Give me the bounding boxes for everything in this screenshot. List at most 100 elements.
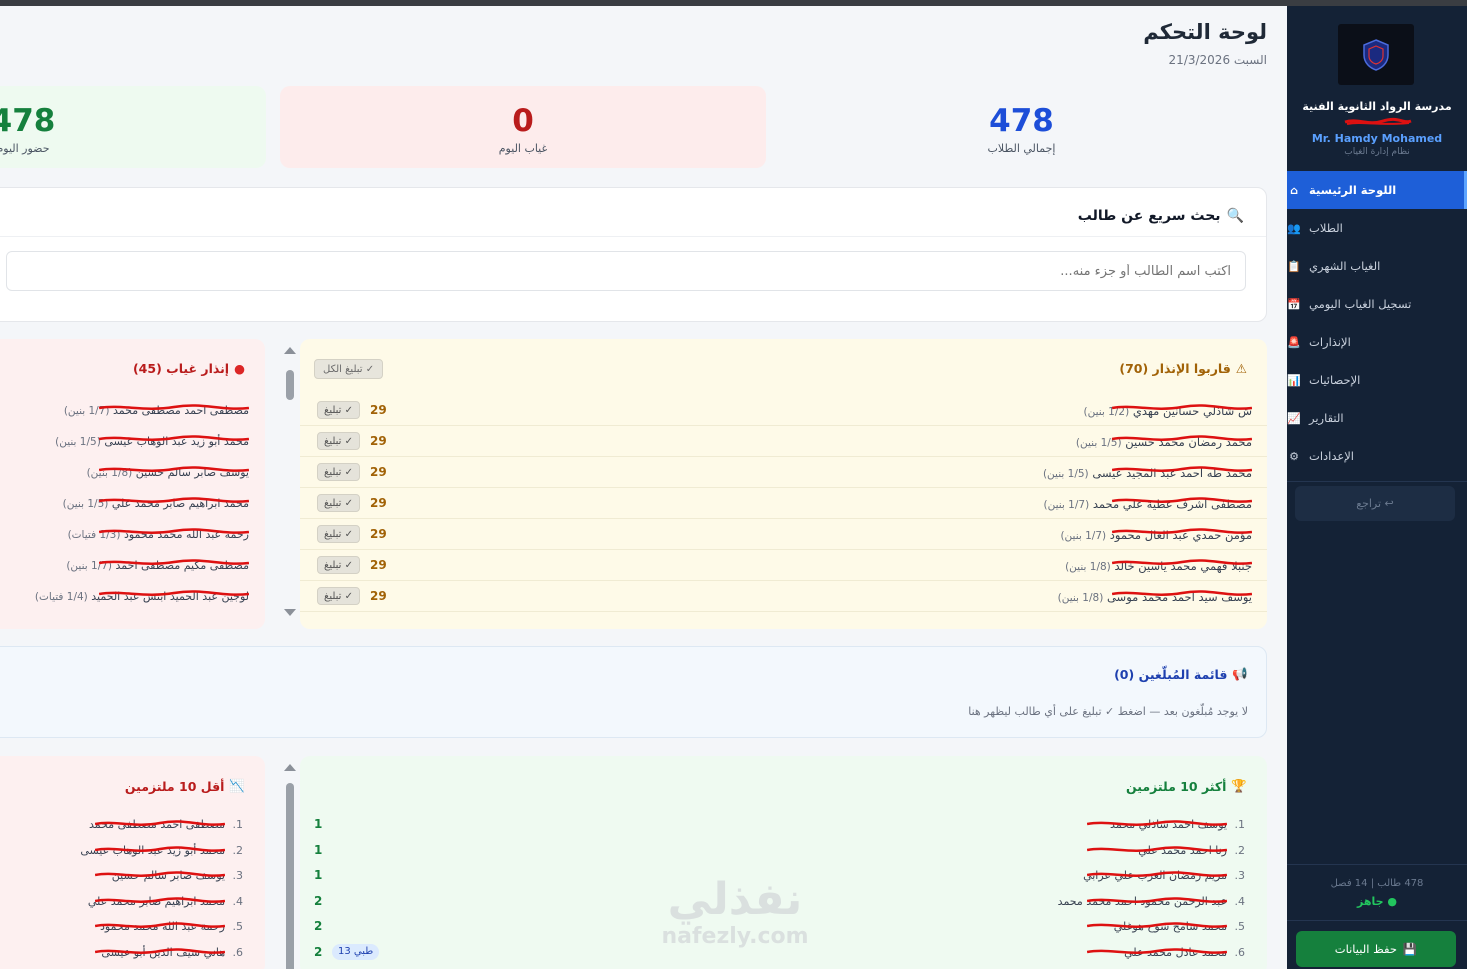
sidebar-nav: ⌂ اللوحة الرئيسية 👥 الطلاب 📋 الغياب الشه… bbox=[1287, 171, 1467, 490]
absence-count: 29 bbox=[370, 434, 387, 448]
stat-label: حضور اليوم bbox=[0, 142, 50, 155]
alarm-icon: 🚨 bbox=[1287, 335, 1301, 349]
stat-card-absent: 0 غياب اليوم bbox=[280, 86, 766, 168]
absence-count: 2 bbox=[314, 944, 323, 959]
redaction-scribble bbox=[99, 466, 249, 472]
rank-number: .6 bbox=[232, 945, 244, 959]
sidebar-item-students[interactable]: 👥 الطلاب bbox=[1287, 209, 1467, 247]
redaction-scribble bbox=[1087, 871, 1227, 877]
page-date: السبت 21/3/2026 bbox=[1168, 53, 1267, 67]
notify-button[interactable]: ✓ تبليغ bbox=[317, 556, 361, 574]
redaction-scribble bbox=[1112, 528, 1252, 534]
student-class: (1/8 بنين) bbox=[1065, 561, 1111, 573]
watermark-arabic: نفذلي bbox=[667, 874, 803, 925]
redaction-scribble bbox=[95, 922, 225, 928]
student-class: (1/7 بنين) bbox=[1043, 499, 1090, 511]
redaction-scribble bbox=[1112, 590, 1252, 596]
notify-button[interactable]: ✓ تبليغ bbox=[317, 401, 361, 419]
chart-down-icon: 📉 bbox=[229, 778, 245, 793]
rank-number: .3 bbox=[232, 869, 244, 882]
notified-title-text: قائمة المُبلّغين (0) bbox=[1114, 666, 1228, 682]
warning-row: مصطفى اشرف عطية علي محمد (1/7 بنين) 29 ✓ ت… bbox=[300, 488, 1267, 519]
undo-button[interactable]: ↩ تراجع bbox=[1295, 486, 1455, 521]
student-class: (1/4 فتيات) bbox=[34, 591, 88, 603]
near-warning-panel: ⚠ قاربوا الإنذار (70) ✓ تبليغ الكل ش شاذ… bbox=[300, 339, 1267, 629]
stat-label: غياب اليوم bbox=[498, 142, 548, 155]
absence-warning-panel: ● إنذار غياب (45) مصطفى احمد مصطفى محمد … bbox=[0, 339, 265, 629]
sidebar-item-daily-absence[interactable]: 📅 تسجيل الغياب اليومي bbox=[1287, 285, 1467, 323]
notified-empty-text: لا يوجد مُبلّغون بعد — اضغط ✓ تبليغ على … bbox=[968, 705, 1248, 718]
sidebar-item-label: الإنذارات bbox=[1309, 335, 1351, 349]
warning-row: لوجين عبد الحميد ابنس عبد الحميد (1/4 فت… bbox=[0, 581, 265, 612]
notify-button[interactable]: ✓ تبليغ bbox=[317, 525, 361, 543]
redaction-scribble bbox=[1112, 466, 1252, 472]
warning-row: يوسف صابر سالم حسين (1/8 بنين) bbox=[0, 457, 265, 488]
warning-row: رحمة عبد الله محمد محمود (1/3 فتيات) bbox=[0, 519, 265, 550]
sidebar-item-monthly-absence[interactable]: 📋 الغياب الشهري bbox=[1287, 247, 1467, 285]
scroll-up-arrow-icon[interactable] bbox=[284, 764, 296, 771]
redaction-scribble bbox=[95, 820, 225, 826]
stat-card-total: 478 إجمالي الطلاب bbox=[776, 86, 1267, 168]
redaction-scribble bbox=[1087, 820, 1227, 826]
near-warning-title-text: قاربوا الإنذار (70) bbox=[1119, 361, 1231, 376]
search-title: 🔍 بحث سريع عن طالب bbox=[1078, 208, 1244, 224]
save-data-button[interactable]: 💾 حفظ البيانات bbox=[1296, 931, 1456, 967]
redaction-scribble bbox=[1087, 896, 1227, 903]
sidebar-divider bbox=[1287, 920, 1467, 921]
medical-badge: طبي 13 bbox=[332, 943, 380, 960]
rank-number: .3 bbox=[1234, 869, 1246, 882]
absence-count: 29 bbox=[370, 403, 387, 417]
absence-count: 1 bbox=[314, 842, 323, 857]
redaction-scribble bbox=[1112, 435, 1252, 441]
scroll-down-arrow-icon[interactable] bbox=[284, 609, 296, 616]
absence-count: 2 bbox=[314, 919, 323, 933]
top-committed-scrollbar[interactable] bbox=[283, 763, 296, 969]
notify-all-button[interactable]: ✓ تبليغ الكل bbox=[314, 359, 384, 379]
top-committed-title: 🏆 أكثر 10 ملتزمين bbox=[1126, 778, 1247, 794]
warning-icon: ⚠ bbox=[1235, 361, 1247, 376]
near-warning-scrollbar[interactable] bbox=[283, 346, 296, 620]
notify-button[interactable]: ✓ تبليغ bbox=[317, 494, 361, 512]
redaction-scribble bbox=[99, 559, 249, 565]
redaction-scribble bbox=[1087, 845, 1227, 852]
redaction-scribble bbox=[1087, 922, 1227, 928]
warning-row: محمد طه احمد عبد المجيد عيسى (1/5 بنين) 2… bbox=[300, 457, 1267, 488]
sidebar-item-label: الغياب الشهري bbox=[1309, 259, 1381, 273]
ranking-row: .2 محمد أبو زيد عبد الوهاب عيسى bbox=[0, 838, 265, 864]
scrollbar-thumb[interactable] bbox=[286, 370, 294, 400]
shield-logo-icon bbox=[1363, 38, 1389, 71]
red-circle-icon: ● bbox=[234, 361, 245, 376]
absence-count: 1 bbox=[314, 817, 323, 831]
sidebar-item-label: الإعدادات bbox=[1309, 449, 1354, 463]
notify-button[interactable]: ✓ تبليغ bbox=[317, 463, 361, 481]
scroll-up-arrow-icon[interactable] bbox=[284, 347, 296, 354]
students-icon: 👥 bbox=[1287, 221, 1301, 235]
sidebar-item-label: الطلاب bbox=[1309, 221, 1343, 235]
least-committed-title: 📉 أقل 10 ملتزمين bbox=[125, 778, 245, 794]
sidebar-item-dashboard[interactable]: ⌂ اللوحة الرئيسية bbox=[1287, 171, 1467, 209]
stat-label: إجمالي الطلاب bbox=[987, 142, 1056, 155]
rank-number: .5 bbox=[1234, 920, 1246, 933]
rank-number: .6 bbox=[1234, 945, 1246, 959]
notify-button[interactable]: ✓ تبليغ bbox=[317, 587, 361, 605]
status-indicator: ● جاهز bbox=[1357, 895, 1397, 908]
ranking-row: .1 يوسف احمد شاذلي محمد 1 bbox=[300, 812, 1267, 838]
student-class: (1/8 بنين) bbox=[1057, 592, 1104, 604]
sidebar-item-warnings[interactable]: 🚨 الإنذارات bbox=[1287, 323, 1467, 361]
student-search-input[interactable] bbox=[6, 251, 1246, 291]
teacher-name: Mr. Hamdy Mohamed bbox=[1311, 132, 1443, 145]
warning-row: يوسف سيد احمد محمد موسى (1/8 بنين) 29 ✓ تب… bbox=[300, 581, 1267, 612]
warning-row: محمد رمضان محمد حسين (1/5 بنين) 29 ✓ تبليغ bbox=[300, 426, 1267, 457]
least-committed-panel: 📉 أقل 10 ملتزمين .1 مصطفى احمد مصطفى محمد… bbox=[0, 756, 265, 969]
sidebar-item-settings[interactable]: ⚙ الإعدادات bbox=[1287, 437, 1467, 475]
sidebar-item-reports[interactable]: 📈 التقارير bbox=[1287, 399, 1467, 437]
notify-button[interactable]: ✓ تبليغ bbox=[317, 432, 361, 450]
redaction-scribble bbox=[95, 845, 225, 852]
stat-value: 478 bbox=[989, 103, 1054, 139]
absence-count: 2 bbox=[314, 893, 323, 908]
sidebar-item-statistics[interactable]: 📊 الإحصائيات bbox=[1287, 361, 1467, 399]
save-label: حفظ البيانات bbox=[1334, 942, 1397, 956]
scrollbar-thumb[interactable] bbox=[286, 783, 294, 969]
sidebar-stats: 478 طالب | 14 فصل bbox=[1330, 878, 1424, 889]
redaction-scribble bbox=[1112, 497, 1252, 503]
